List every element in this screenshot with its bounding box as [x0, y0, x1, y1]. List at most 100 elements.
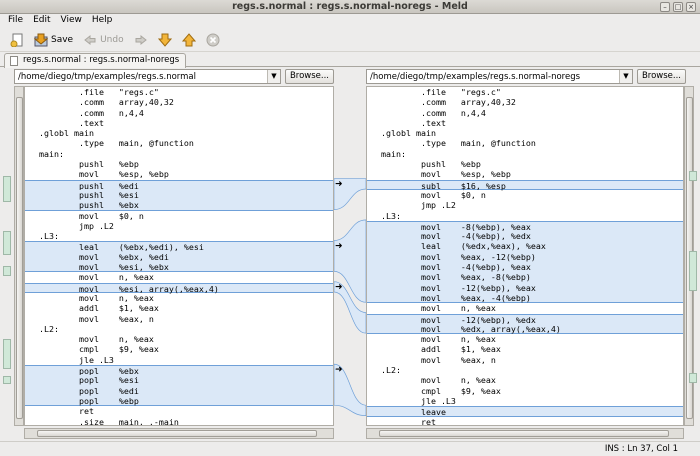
right-file-pane[interactable]: .file "regs.c" .comm array,40,32 .comm n…	[366, 86, 684, 426]
right-horizontal-scrollbar[interactable]	[366, 428, 684, 439]
code-line[interactable]: pushl %ebx	[25, 200, 333, 211]
menu-edit[interactable]: Edit	[29, 14, 56, 28]
new-button[interactable]	[6, 30, 28, 50]
code-line[interactable]: addl $1, %eax	[367, 344, 683, 354]
code-line[interactable]: .comm n,4,4	[25, 108, 333, 118]
code-line[interactable]: movl %eax, -8(%ebp)	[367, 272, 683, 283]
code-line[interactable]: leal (%edx,%eax), %eax	[367, 241, 683, 252]
code-line[interactable]: jle .L3	[367, 396, 683, 406]
copy-right-arrow-icon[interactable]: ➜	[335, 365, 343, 375]
code-line[interactable]: cmpl $9, %eax	[25, 344, 333, 354]
code-line[interactable]: movl %eax, n	[367, 355, 683, 365]
code-line[interactable]: movl $0, n	[25, 211, 333, 221]
code-line[interactable]: cmpl $9, %eax	[367, 386, 683, 396]
code-line[interactable]: movl %esp, %ebp	[25, 169, 333, 179]
undo-button[interactable]: Undo	[79, 30, 128, 50]
menu-file[interactable]: File	[4, 14, 29, 28]
code-line[interactable]: jmp .L2	[25, 221, 333, 231]
left-browse-button[interactable]: Browse...	[284, 69, 334, 84]
code-line[interactable]: movl -4(%ebp), %edx	[367, 231, 683, 242]
close-window-button[interactable]: ×	[686, 2, 696, 12]
code-line[interactable]: movl n, %eax	[25, 293, 333, 303]
code-line[interactable]: jle .L3	[25, 355, 333, 365]
right-browse-button[interactable]: Browse...	[636, 69, 686, 84]
code-line[interactable]: movl %esp, %ebp	[367, 169, 683, 179]
code-line[interactable]: popl %ebp	[25, 395, 333, 407]
code-line[interactable]: .L2:	[367, 365, 683, 375]
maximize-button[interactable]: □	[673, 2, 683, 12]
scroll-thumb[interactable]	[379, 430, 669, 437]
code-line[interactable]: movl %eax, -12(%ebp)	[367, 251, 683, 263]
left-overview-map[interactable]	[2, 86, 12, 426]
code-line[interactable]: jmp .L2	[367, 200, 683, 210]
code-line[interactable]: .type main, @function	[367, 138, 683, 148]
code-line[interactable]: .comm array,40,32	[25, 97, 333, 107]
code-line[interactable]: pushl %esi	[25, 189, 333, 201]
code-line[interactable]: .globl main	[25, 128, 333, 138]
code-line[interactable]: movl %esi, %ebx	[25, 262, 333, 273]
code-line[interactable]: movl n, %eax	[367, 375, 683, 385]
copy-right-arrow-icon[interactable]: ➜	[335, 242, 343, 252]
code-line[interactable]: addl $1, %eax	[25, 303, 333, 313]
code-line[interactable]: leave	[367, 406, 683, 417]
code-line[interactable]: movl %ebx, %edi	[25, 251, 333, 263]
change-marker[interactable]	[3, 231, 11, 255]
code-line[interactable]: leal (%ebx,%edi), %esi	[25, 241, 333, 252]
copy-right-arrow-icon[interactable]: ➜	[335, 180, 343, 190]
code-line[interactable]: .file "regs.c"	[367, 87, 683, 97]
change-marker[interactable]	[3, 176, 11, 202]
left-horizontal-scrollbar[interactable]	[24, 428, 334, 439]
previous-change-button[interactable]	[178, 30, 200, 50]
code-line[interactable]: popl %edi	[25, 385, 333, 396]
scroll-thumb[interactable]	[37, 430, 317, 437]
code-line[interactable]: movl n, %eax	[25, 272, 333, 282]
code-line[interactable]: movl n, %eax	[367, 334, 683, 344]
code-line[interactable]: movl %esi, array(,%eax,4)	[25, 282, 333, 294]
redo-button[interactable]	[130, 30, 152, 50]
left-path-combo[interactable]: /home/diego/tmp/examples/regs.s.normal ▼	[14, 69, 281, 84]
code-line[interactable]: movl -12(%ebp), %edx	[367, 313, 683, 325]
change-marker[interactable]	[689, 373, 697, 383]
code-line[interactable]: .text	[25, 118, 333, 128]
code-line[interactable]: .globl main	[367, 128, 683, 138]
change-marker[interactable]	[3, 266, 11, 276]
code-line[interactable]: .L2:	[25, 324, 333, 334]
code-line[interactable]: .L3:	[367, 211, 683, 221]
change-marker[interactable]	[3, 339, 11, 369]
code-line[interactable]: pushl %edi	[25, 179, 333, 191]
chevron-down-icon[interactable]: ▼	[618, 70, 632, 83]
code-line[interactable]: movl %eax, -4(%ebp)	[367, 292, 683, 304]
code-line[interactable]: ret	[367, 417, 683, 426]
right-overview-map[interactable]	[688, 86, 698, 426]
code-line[interactable]: pushl %ebp	[25, 159, 333, 169]
code-line[interactable]: movl -12(%ebp), %eax	[367, 282, 683, 293]
code-line[interactable]: movl n, %eax	[367, 303, 683, 313]
code-line[interactable]: popl %esi	[25, 375, 333, 386]
minimize-button[interactable]: –	[660, 2, 670, 12]
change-marker[interactable]	[3, 376, 11, 384]
code-line[interactable]: movl %edx, array(,%eax,4)	[367, 323, 683, 335]
code-line[interactable]: pushl %ebp	[367, 159, 683, 169]
chevron-down-icon[interactable]: ▼	[266, 70, 280, 83]
change-marker[interactable]	[689, 171, 697, 181]
code-line[interactable]: movl $0, n	[367, 190, 683, 200]
code-line[interactable]: movl %eax, n	[25, 314, 333, 324]
code-line[interactable]: .text	[367, 118, 683, 128]
right-path-combo[interactable]: /home/diego/tmp/examples/regs.s.normal-n…	[366, 69, 633, 84]
code-line[interactable]: .L3:	[25, 231, 333, 241]
code-line[interactable]: subl $16, %esp	[367, 179, 683, 191]
code-line[interactable]: movl n, %eax	[25, 334, 333, 344]
code-line[interactable]: movl -8(%ebp), %eax	[367, 220, 683, 232]
code-line[interactable]: main:	[25, 149, 333, 159]
change-marker[interactable]	[689, 251, 697, 291]
code-line[interactable]: movl -4(%ebp), %eax	[367, 262, 683, 273]
copy-right-arrow-icon[interactable]: ➜	[335, 283, 343, 293]
next-change-button[interactable]	[154, 30, 176, 50]
code-line[interactable]: .file "regs.c"	[25, 87, 333, 97]
code-line[interactable]: popl %ebx	[25, 365, 333, 376]
code-line[interactable]: ret	[25, 406, 333, 416]
left-vertical-scrollbar[interactable]	[14, 86, 24, 426]
code-line[interactable]: .size main, .-main	[25, 417, 333, 426]
code-line[interactable]: .comm n,4,4	[367, 108, 683, 118]
scroll-thumb[interactable]	[16, 97, 23, 419]
